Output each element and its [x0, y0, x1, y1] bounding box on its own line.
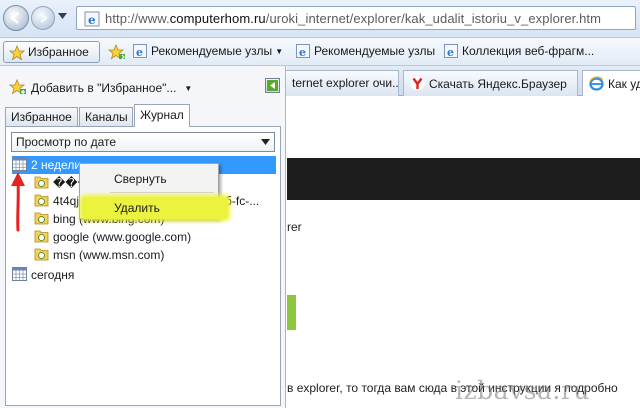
back-arrow-icon [10, 12, 19, 24]
browser-tab-strip: ternet explorer очи... Скачать Яндекс.Бр… [286, 66, 640, 96]
forward-button[interactable] [31, 6, 55, 30]
menu-item-label: Свернуть [114, 172, 167, 186]
fav-item-label: Рекомендуемые узлы [151, 44, 273, 58]
address-input[interactable]: e http://www.computerhom.ru/uroki_intern… [76, 6, 636, 30]
view-by-select[interactable]: Просмотр по дате [11, 132, 275, 152]
context-menu-delete[interactable]: Удалить [82, 197, 228, 219]
tab-history[interactable]: Журнал [134, 104, 190, 127]
annotation-arrow-icon [11, 172, 25, 232]
fav-item-recommended-sites[interactable]: e Рекомендуемые узлы [296, 44, 435, 62]
ie-page-icon: e [444, 44, 458, 58]
history-folder-icon [34, 248, 49, 261]
view-by-value: Просмотр по дате [16, 135, 117, 149]
url-text: http://www.computerhom.ru/uroki_internet… [105, 11, 602, 26]
favorites-center-panel: Добавить в "Избранное"... ▼ Избранное Кан… [0, 66, 286, 408]
add-to-favorites-bar-icon[interactable] [108, 44, 126, 60]
ie-page-icon: e [84, 11, 100, 27]
fav-item-label: Коллекция веб-фрагм... [462, 44, 595, 58]
site-header-band [287, 158, 640, 200]
history-group-today[interactable]: сегодня [12, 266, 74, 284]
svg-text:e: e [88, 13, 96, 27]
ie-page-icon: e [296, 44, 310, 58]
browser-tab-active[interactable]: Как уда [582, 70, 640, 96]
forward-arrow-icon [40, 13, 48, 23]
tree-row-label: msn (www.msn.com) [53, 248, 165, 262]
calendar-icon [12, 157, 27, 171]
chevron-down-icon: ▼ [184, 84, 193, 93]
history-folder-icon [34, 194, 49, 207]
tab-label: Каналы [85, 110, 128, 124]
browser-tab-label: Как уда [608, 77, 640, 91]
fav-item-web-slice-gallery[interactable]: e Коллекция веб-фрагм... [444, 44, 594, 62]
history-folder-icon [34, 212, 49, 225]
tree-row-label: сегодня [31, 268, 75, 282]
svg-text:e: e [299, 46, 306, 58]
browser-tab-label: Скачать Яндекс.Браузер [429, 77, 567, 91]
fav-item-label: Рекомендуемые узлы [314, 44, 436, 58]
tab-label: Журнал [140, 108, 184, 122]
history-site-item[interactable]: google (www.google.com) [34, 228, 191, 246]
watermark: izbavsa.ru [455, 376, 590, 405]
context-menu-collapse[interactable]: Свернуть [82, 168, 216, 190]
yandex-icon [410, 76, 425, 91]
add-to-favorites-button[interactable]: Добавить в "Избранное"... ▼ [9, 79, 192, 95]
green-banner[interactable] [287, 295, 296, 330]
tree-row-label: 2 недели [31, 158, 82, 172]
pin-panel-button[interactable] [265, 78, 280, 93]
fav-item-recommended-sites-menu[interactable]: e Рекомендуемые узлы ▼ [133, 44, 283, 62]
context-menu: Свернуть Удалить [79, 163, 228, 219]
browser-tab-label: ternet explorer очи... [292, 76, 399, 90]
page-text: rer [287, 220, 302, 234]
tree-row-label-tail: б-fc-... [225, 194, 260, 208]
ie-logo-icon [589, 76, 604, 91]
tab-label: Избранное [11, 110, 72, 124]
tree-row-label: google (www.google.com) [53, 230, 192, 244]
calendar-icon [12, 267, 27, 281]
tree-row-label: 4t4qj [53, 194, 80, 208]
favorites-button-label: Избранное [28, 45, 89, 59]
back-button[interactable] [3, 5, 29, 31]
recent-pages-dropdown-icon[interactable] [58, 13, 67, 19]
chevron-down-icon [261, 139, 270, 145]
history-site-item[interactable]: msn (www.msn.com) [34, 246, 164, 264]
favorites-button[interactable]: Избранное [3, 41, 100, 63]
add-to-favorites-label: Добавить в "Избранное"... [31, 81, 177, 95]
history-folder-icon [34, 176, 49, 189]
menu-item-label: Удалить [114, 201, 160, 215]
tab-feeds[interactable]: Каналы [79, 107, 133, 126]
svg-text:e: e [447, 46, 454, 58]
add-favorite-star-icon [9, 79, 26, 95]
favorites-bar: Избранное e Рекомендуемые узлы ▼ e Рекоме… [0, 38, 640, 66]
menu-separator [110, 192, 214, 193]
ie-page-icon: e [133, 44, 147, 58]
svg-text:e: e [136, 46, 143, 58]
chevron-down-icon: ▼ [275, 47, 284, 56]
star-icon [9, 45, 25, 61]
history-folder-icon [34, 230, 49, 243]
address-toolbar: e http://www.computerhom.ru/uroki_intern… [0, 0, 640, 38]
browser-tab[interactable]: ternet explorer очи... [286, 70, 399, 96]
tab-favorites[interactable]: Избранное [5, 107, 78, 126]
pin-arrow-icon [267, 80, 278, 91]
browser-tab[interactable]: Скачать Яндекс.Браузер [403, 70, 578, 96]
